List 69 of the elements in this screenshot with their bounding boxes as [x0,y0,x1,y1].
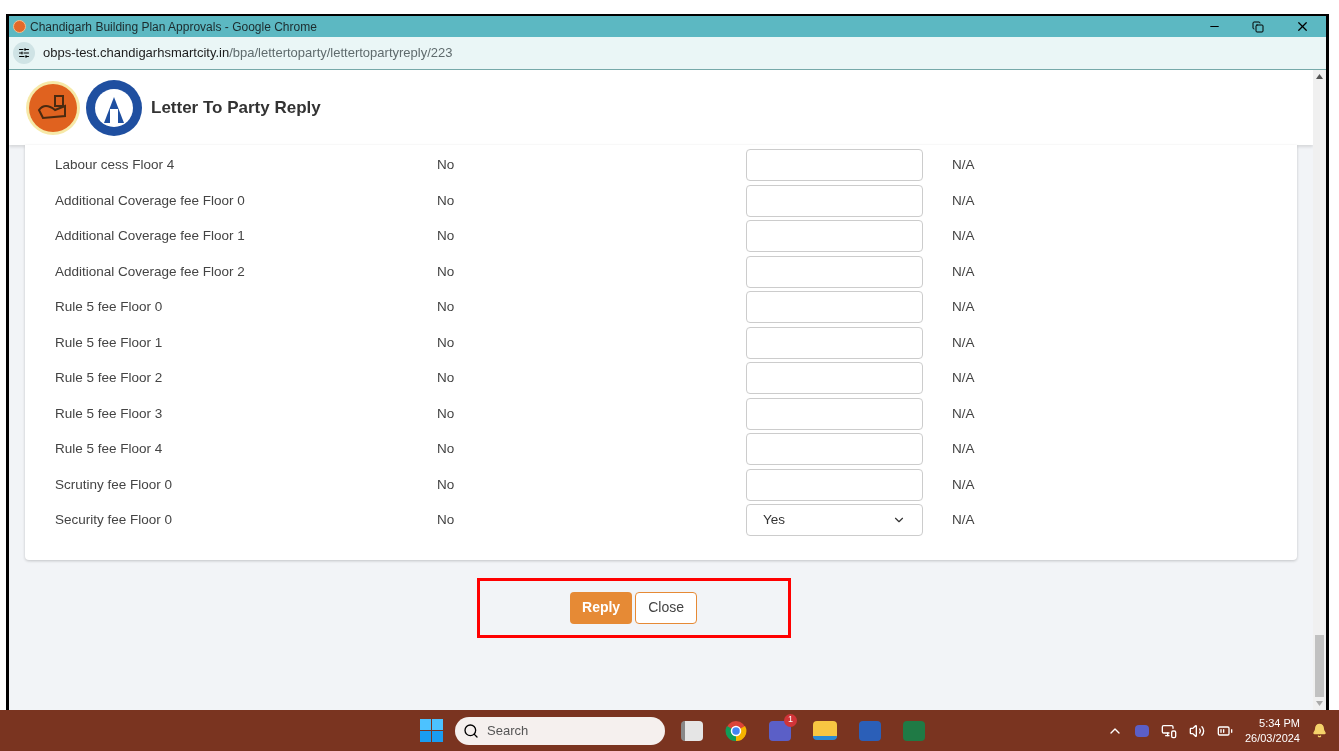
input-field[interactable] [746,433,923,465]
status-text: N/A [952,440,975,458]
taskbar-search[interactable]: Search [455,716,665,745]
fee-value: No [437,404,456,423]
scroll-down-icon[interactable] [1316,701,1323,706]
status-text: N/A [952,369,975,387]
scrollbar[interactable] [1313,70,1326,710]
input-field[interactable] [746,184,923,217]
window-title: Chandigarh Building Plan Approvals - Google Chrome [30,18,317,36]
scroll-up-icon[interactable] [1316,74,1323,79]
status-text: N/A [952,298,975,316]
network-icon[interactable] [1160,722,1177,739]
status-text: N/A [952,404,975,423]
fee-value: No [437,369,456,387]
input-field[interactable] [746,149,923,181]
status-text: N/A [952,156,975,174]
corporation-logo [85,78,143,137]
input-field[interactable] [746,468,923,501]
fee-label: Rule 5 fee Floor 1 [54,333,164,352]
windows-start-icon[interactable] [420,719,443,742]
status-text: N/A [952,333,975,352]
page-title: Letter To Party Reply [151,96,321,119]
select-field[interactable]: Yes [746,504,923,536]
fee-value: No [437,440,456,458]
notification-badge: 1 [784,713,797,727]
status-text: N/A [952,262,975,281]
fee-label: Rule 5 fee Floor 3 [54,404,164,423]
scroll-thumb[interactable] [1315,635,1324,697]
input-field[interactable] [746,326,923,359]
close-button[interactable]: Close [635,591,697,624]
fee-label: Security fee Floor 0 [54,511,174,529]
fee-value: No [437,511,456,529]
fee-label: Labour cess Floor 4 [54,156,176,174]
status-text: N/A [952,475,975,494]
input-field[interactable] [746,362,923,394]
fee-label: Rule 5 fee Floor 4 [54,440,164,458]
app-icon [13,20,26,33]
fee-value: No [437,262,456,281]
site-info-button[interactable] [13,42,35,64]
fee-value: No [437,156,456,174]
fee-label: Scrutiny fee Floor 0 [54,475,174,494]
site-info-icon [18,47,30,59]
status-text: N/A [952,511,975,529]
fee-label: Rule 5 fee Floor 0 [54,298,164,316]
input-field[interactable] [746,291,923,323]
browser-icon[interactable] [725,719,747,742]
status-text: N/A [952,191,975,210]
fee-label: Additional Coverage fee Floor 1 [54,227,246,245]
fee-value: No [437,475,456,494]
search-icon [463,722,479,739]
fee-value: No [437,333,456,352]
fee-label: Additional Coverage fee Floor 0 [54,191,246,210]
input-field[interactable] [746,255,923,288]
fee-value: No [437,227,456,245]
input-field[interactable] [746,397,923,430]
bell-icon[interactable] [1312,723,1327,738]
fee-label: Additional Coverage fee Floor 2 [54,262,246,281]
fee-value: No [437,191,456,210]
fee-value: No [437,298,456,316]
volume-icon[interactable] [1188,722,1205,739]
restore-icon [1252,20,1264,33]
folder-icon[interactable] [813,721,837,740]
fee-label: Rule 5 fee Floor 2 [54,369,164,387]
address-bar[interactable]: obps-test.chandigarhsmartcity.in/bpa/lettertoparty/lettertopartyreply/223 [9,37,1326,70]
url-text: obps-test.chandigarhsmartcity.in/bpa/lettertoparty/lettertopartyreply/223 [43,44,453,63]
status-text: N/A [952,227,975,245]
emblem-logo [25,79,81,136]
clock[interactable]: 5:34 PM 26/03/2024 [1244,715,1300,746]
input-field[interactable] [746,220,923,252]
